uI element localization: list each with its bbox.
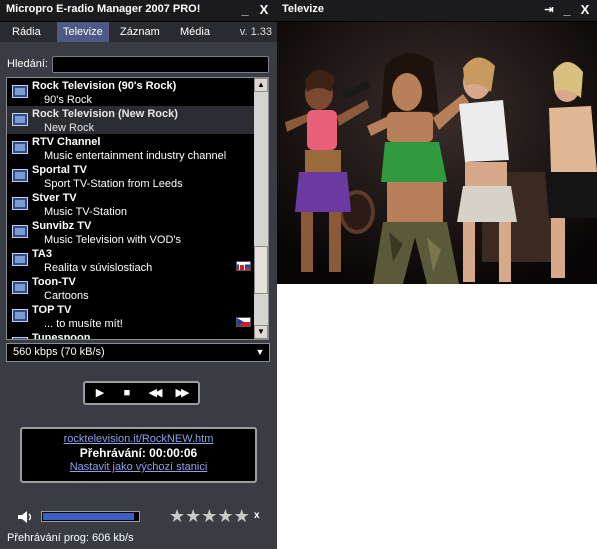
menu-radia[interactable]: Rádia	[6, 22, 47, 42]
clear-rating-button[interactable]: x	[254, 510, 260, 521]
tv-channel-icon	[12, 141, 28, 154]
tv-window: Televize ⇥ _ X	[277, 0, 597, 284]
tv-channel-icon	[12, 337, 28, 339]
channel-row[interactable]: RTV Channel Music entertainment industry …	[7, 134, 254, 162]
tv-channel-icon	[12, 281, 28, 294]
channel-list[interactable]: Rock Television (90's Rock) 90's Rock Rock…	[7, 78, 254, 339]
channel-description: Music entertainment industry channel	[44, 150, 227, 162]
sk-flag-icon	[236, 261, 251, 271]
channel-name: Rock Television (90's Rock)	[32, 80, 177, 92]
channel-description: Realita v súvislostiach	[44, 262, 153, 274]
tv-channel-icon	[12, 169, 28, 182]
manager-title: Micropro E-radio Manager 2007 PRO!	[6, 3, 201, 15]
tv-channel-icon	[12, 253, 28, 266]
channel-name: TA3	[32, 248, 52, 260]
video-image	[277, 22, 597, 284]
star-icon[interactable]: ★	[185, 507, 201, 525]
tv-channel-icon	[12, 309, 28, 322]
tv-minimize-button[interactable]: _	[559, 1, 575, 19]
set-default-link[interactable]: Nastavit jako výchozí stanici	[22, 461, 255, 473]
channel-name: Sportal TV	[32, 164, 88, 176]
speaker-icon[interactable]	[17, 510, 35, 524]
status-bar: Přehrávání prog: 606 kb/s	[7, 532, 134, 544]
menu-media[interactable]: Média	[174, 22, 216, 42]
channel-list-scrollbar[interactable]: ▲ ▼	[254, 78, 268, 339]
channel-name: Toon-TV	[32, 276, 76, 288]
tv-title: Televize	[282, 3, 324, 15]
station-url-link[interactable]: rocktelevision.it/RockNEW.htm	[22, 433, 255, 445]
star-icon[interactable]: ★	[169, 507, 185, 525]
tv-channel-icon	[12, 85, 28, 98]
bitrate-select[interactable]: 560 kbps (70 kB/s) ▼	[6, 343, 270, 362]
channel-description: Music TV-Station	[44, 206, 127, 218]
tv-channel-icon	[12, 225, 28, 238]
channel-name: Rock Television (New Rock)	[32, 108, 178, 120]
manager-window: Micropro E-radio Manager 2007 PRO! _ X R…	[0, 0, 277, 549]
play-button[interactable]: ▶	[88, 385, 112, 401]
manager-titlebar[interactable]: Micropro E-radio Manager 2007 PRO! _ X	[0, 0, 277, 22]
channel-name: Sunvibz TV	[32, 220, 92, 232]
close-button[interactable]: X	[256, 1, 272, 19]
channel-row[interactable]: Rock Television (New Rock) New Rock	[7, 106, 254, 134]
volume-fill	[43, 513, 134, 520]
cz-flag-icon	[236, 317, 251, 327]
channel-name: Tunespoon	[32, 332, 91, 339]
channel-row[interactable]: Toon-TV Cartoons	[7, 274, 254, 302]
bitrate-select-value: 560 kbps (70 kB/s)	[13, 346, 105, 358]
channel-row[interactable]: Sunvibz TV Music Television with VOD's	[7, 218, 254, 246]
channel-row[interactable]: Tunespoon	[7, 330, 254, 339]
stop-button[interactable]: ■	[115, 385, 139, 401]
rating-stars: ★★★★★	[169, 507, 250, 525]
search-label: Hledání:	[7, 58, 48, 70]
now-playing-box: rocktelevision.it/RockNEW.htm Přehrávání…	[20, 427, 257, 483]
menu-televize[interactable]: Televize	[57, 22, 109, 42]
version-label: v. 1.33	[239, 26, 272, 38]
channel-description: 90's Rock	[44, 94, 92, 106]
star-icon[interactable]: ★	[201, 507, 217, 525]
menu-bar: Rádia Televize Záznam Média v. 1.33	[0, 22, 277, 42]
channel-row[interactable]: Sportal TV Sport TV-Station from Leeds	[7, 162, 254, 190]
playing-time: Přehrávání: 00:00:06	[79, 446, 198, 460]
menu-zaznam[interactable]: Záznam	[114, 22, 166, 42]
channel-description: ... to musíte mít!	[44, 318, 123, 330]
search-input[interactable]	[52, 56, 269, 73]
channel-list-box: Rock Television (90's Rock) 90's Rock Rock…	[6, 77, 269, 340]
minimize-button[interactable]: _	[237, 1, 253, 19]
forward-button[interactable]: ▶▶	[169, 385, 193, 401]
channel-description: Cartoons	[44, 290, 89, 302]
detach-button[interactable]: ⇥	[541, 1, 557, 19]
volume-slider[interactable]	[41, 511, 140, 522]
chevron-down-icon[interactable]: ▼	[253, 345, 267, 360]
channel-name: RTV Channel	[32, 136, 101, 148]
tv-close-button[interactable]: X	[577, 1, 593, 19]
transport-controls: ▶ ■ ◀◀ ▶▶	[83, 381, 200, 405]
tv-channel-icon	[12, 113, 28, 126]
tv-channel-icon	[12, 197, 28, 210]
channel-row[interactable]: Rock Television (90's Rock) 90's Rock	[7, 78, 254, 106]
channel-description: New Rock	[44, 122, 95, 134]
channel-name: Stver TV	[32, 192, 77, 204]
rewind-button[interactable]: ◀◀	[142, 385, 166, 401]
scroll-thumb[interactable]	[254, 246, 268, 294]
scroll-down-arrow-icon[interactable]: ▼	[254, 325, 268, 339]
star-icon[interactable]: ★	[234, 507, 250, 525]
channel-row[interactable]: Stver TV Music TV-Station	[7, 190, 254, 218]
channel-description: Music Television with VOD's	[44, 234, 181, 246]
tv-titlebar[interactable]: Televize ⇥ _ X	[277, 0, 597, 22]
scroll-up-arrow-icon[interactable]: ▲	[254, 78, 268, 92]
channel-row[interactable]: TA3 Realita v súvislostiach	[7, 246, 254, 274]
star-icon[interactable]: ★	[217, 507, 233, 525]
video-frame[interactable]	[277, 22, 597, 284]
channel-description: Sport TV-Station from Leeds	[44, 178, 183, 190]
channel-row[interactable]: TOP TV ... to musíte mít!	[7, 302, 254, 330]
channel-name: TOP TV	[32, 304, 72, 316]
